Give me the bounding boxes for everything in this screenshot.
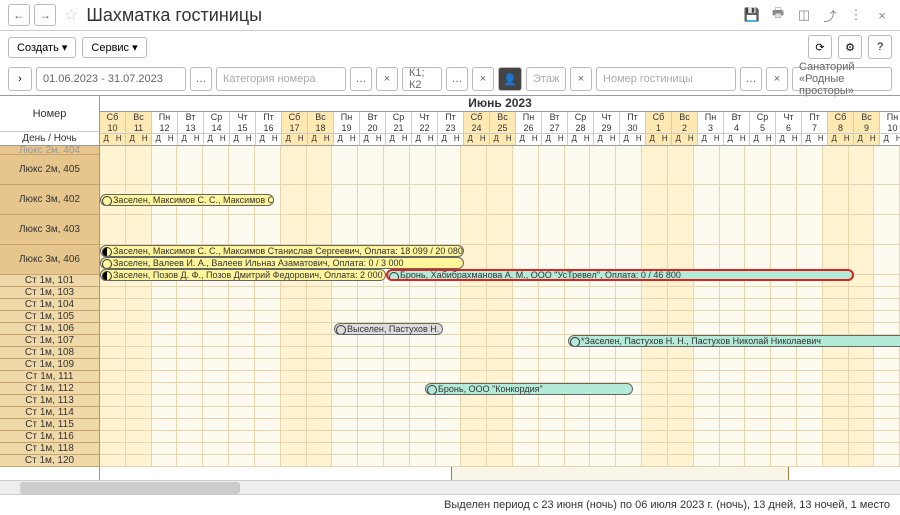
link-icon[interactable]: ⤴ xyxy=(820,5,840,25)
buildings-field[interactable]: К1; К2 xyxy=(402,67,442,91)
room-cell[interactable]: Ст 1м, 116 xyxy=(0,431,99,443)
booking-bar[interactable]: Выселен, Пастухов Н. xyxy=(334,323,443,335)
room-cell[interactable]: Ст 1м, 105 xyxy=(0,311,99,323)
day-header-cell: Пн12ДН xyxy=(152,112,178,146)
room-cell[interactable]: Ст 1м, 101 xyxy=(0,275,99,287)
room-cell[interactable]: Ст 1м, 114 xyxy=(0,407,99,419)
service-button[interactable]: Сервис ▾ xyxy=(82,37,146,58)
booking-bar[interactable]: Бронь, Хабибрахманова А. М., ООО "УсТрев… xyxy=(386,269,854,281)
report-icon[interactable]: ◫ xyxy=(794,5,814,25)
day-header-cell: Сб24ДН xyxy=(464,112,490,146)
favorite-icon[interactable]: ☆ xyxy=(64,5,78,25)
daynight-header: День / Ночь xyxy=(0,131,99,145)
room-cell[interactable]: Ст 1м, 109 xyxy=(0,359,99,371)
help-button[interactable]: ? xyxy=(868,35,892,59)
room-cell[interactable]: Ст 1м, 108 xyxy=(0,347,99,359)
day-header-cell: Вт13ДН xyxy=(178,112,204,146)
room-cell[interactable]: Люкс 2м, 404 xyxy=(0,146,99,155)
day-header-cell: Чт29ДН xyxy=(594,112,620,146)
room-cell[interactable]: Люкс 3м, 402 xyxy=(0,185,99,215)
day-header-cell: Пт23ДН xyxy=(438,112,464,146)
buildings-clear[interactable]: × xyxy=(472,67,494,91)
category-field[interactable]: Категория номера xyxy=(216,67,346,91)
day-header-cell: Ср21ДН xyxy=(386,112,412,146)
day-header-cell: Пн10ДН xyxy=(880,112,900,146)
day-header-cell: Пн19ДН xyxy=(334,112,360,146)
back-button[interactable]: ← xyxy=(8,4,30,26)
period-field[interactable]: 01.06.2023 - 31.07.2023 xyxy=(36,67,186,91)
room-cell[interactable]: Ст 1м, 115 xyxy=(0,419,99,431)
day-header-cell: Пн3ДН xyxy=(698,112,724,146)
refresh-button[interactable]: ⟳ xyxy=(808,35,832,59)
floor-field[interactable]: Этаж xyxy=(526,67,566,91)
room-cell[interactable]: Ст 1м, 118 xyxy=(0,443,99,455)
booking-bar[interactable]: Заселен, Валеев И. А., Валеев Ильназ Аза… xyxy=(100,257,464,269)
day-header-cell: Пт16ДН xyxy=(256,112,282,146)
person-filter-button[interactable]: 👤 xyxy=(498,67,522,91)
room-cell[interactable]: Ст 1м, 104 xyxy=(0,299,99,311)
day-header-cell: Ср14ДН xyxy=(204,112,230,146)
booking-bar[interactable]: Заселен, Максимов С. С., Максимов Станис… xyxy=(100,194,274,206)
room-cell[interactable]: Ст 1м, 106 xyxy=(0,323,99,335)
day-header-cell: Вт27ДН xyxy=(542,112,568,146)
room-cell[interactable]: Люкс 3м, 406 xyxy=(0,245,99,275)
day-header-cell: Сб17ДН xyxy=(282,112,308,146)
room-cell[interactable]: Ст 1м, 120 xyxy=(0,455,99,467)
print-icon[interactable]: 🖶 xyxy=(768,5,788,25)
day-header-cell: Вт4ДН xyxy=(724,112,750,146)
day-header-cell: Пн26ДН xyxy=(516,112,542,146)
room-cell[interactable]: Ст 1м, 111 xyxy=(0,371,99,383)
day-header-cell: Ср5ДН xyxy=(750,112,776,146)
forward-button[interactable]: → xyxy=(34,4,56,26)
day-header-cell: Сб10ДН xyxy=(100,112,126,146)
hotel-field[interactable]: Номер гостиницы xyxy=(596,67,736,91)
day-header-cell: Ср28ДН xyxy=(568,112,594,146)
close-icon[interactable]: × xyxy=(872,5,892,25)
day-header-cell: Вс18ДН xyxy=(308,112,334,146)
page-title: Шахматка гостиницы xyxy=(86,5,736,26)
day-header-cell: Сб8ДН xyxy=(828,112,854,146)
day-header-cell: Чт6ДН xyxy=(776,112,802,146)
room-cell[interactable]: Люкс 3м, 403 xyxy=(0,215,99,245)
day-header-cell: Чт22ДН xyxy=(412,112,438,146)
room-cell[interactable]: Ст 1м, 112 xyxy=(0,383,99,395)
buildings-picker[interactable]: … xyxy=(446,67,468,91)
expand-period-button[interactable]: › xyxy=(8,67,32,91)
day-header-cell: Сб1ДН xyxy=(646,112,672,146)
room-header: Номер xyxy=(0,96,99,131)
room-cell[interactable]: Ст 1м, 103 xyxy=(0,287,99,299)
status-bar: Выделен период с 23 июня (ночь) по 06 ию… xyxy=(0,494,900,515)
day-header-cell: Пт7ДН xyxy=(802,112,828,146)
month-header: Июнь 2023 xyxy=(100,96,900,112)
booking-bar[interactable]: Заселен, Позов Д. Ф., Позов Дмитрий Федо… xyxy=(100,269,386,281)
room-cell[interactable]: Ст 1м, 107 xyxy=(0,335,99,347)
room-cell[interactable]: Люкс 2м, 405 xyxy=(0,155,99,185)
save-icon[interactable]: 💾 xyxy=(742,5,762,25)
day-header-cell: Вс25ДН xyxy=(490,112,516,146)
day-header-cell: Вс2ДН xyxy=(672,112,698,146)
day-header-cell: Чт15ДН xyxy=(230,112,256,146)
day-header-cell: Вс9ДН xyxy=(854,112,880,146)
category-clear[interactable]: × xyxy=(376,67,398,91)
booking-bar[interactable]: Бронь, ООО "Конкордия" xyxy=(425,383,633,395)
booking-bar[interactable]: Заселен, Максимов С. С., Максимов Станис… xyxy=(100,245,464,257)
hotel-picker[interactable]: … xyxy=(740,67,762,91)
more-icon[interactable]: ⋮ xyxy=(846,5,866,25)
settings-button[interactable]: ⚙ xyxy=(838,35,862,59)
floor-clear[interactable]: × xyxy=(570,67,592,91)
day-header-cell: Вт20ДН xyxy=(360,112,386,146)
day-header-cell: Пт30ДН xyxy=(620,112,646,146)
sanatorium-field[interactable]: Санаторий «Родные просторы» xyxy=(792,67,892,91)
booking-bar[interactable]: *Заселен, Пастухов Н. Н., Пастухов Никол… xyxy=(568,335,900,347)
room-cell[interactable]: Ст 1м, 113 xyxy=(0,395,99,407)
horizontal-scrollbar[interactable] xyxy=(0,480,900,494)
period-picker[interactable]: … xyxy=(190,67,212,91)
create-button[interactable]: Создать ▾ xyxy=(8,37,76,58)
day-header-cell: Вс11ДН xyxy=(126,112,152,146)
category-picker[interactable]: … xyxy=(350,67,372,91)
hotel-clear[interactable]: × xyxy=(766,67,788,91)
